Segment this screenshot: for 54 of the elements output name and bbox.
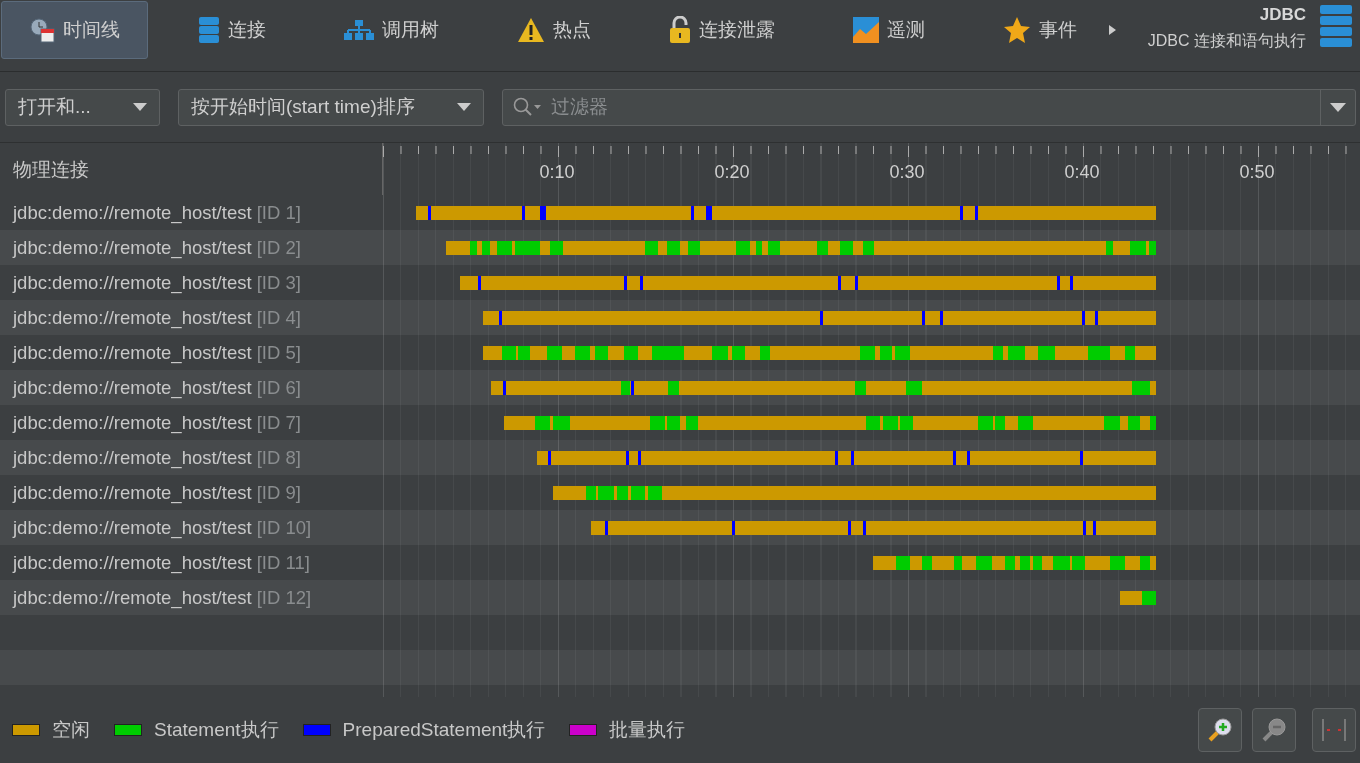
axis-label: 0:40 — [1064, 162, 1100, 183]
column-title: 物理连接 — [12, 158, 90, 182]
zoom-in-button[interactable] — [1198, 708, 1242, 752]
filter-field[interactable]: 过滤器 — [549, 95, 1320, 119]
zoom-out-icon — [1260, 716, 1288, 744]
caret-down-icon — [457, 103, 471, 111]
connection-label: jdbc:demo://remote_host/test [ID 9] — [11, 481, 302, 506]
connection-label: jdbc:demo://remote_host/test [ID 2] — [11, 236, 302, 261]
connection-label: jdbc:demo://remote_host/test [ID 1] — [11, 201, 302, 226]
axis-label: 0:10 — [539, 162, 575, 183]
legend-label: PreparedStatement执行 — [342, 718, 546, 742]
axis-label: 0:50 — [1239, 162, 1275, 183]
connection-label: jdbc:demo://remote_host/test [ID 7] — [11, 411, 302, 436]
view-tab[interactable]: 连接泄露 — [641, 1, 803, 59]
database-icon — [198, 16, 220, 44]
legend-label: 空闲 — [52, 718, 90, 742]
legend-label: 批量执行 — [609, 718, 686, 742]
padlock-icon — [669, 16, 691, 44]
view-tab[interactable]: 事件 — [975, 1, 1105, 59]
connection-label: jdbc:demo://remote_host/test [ID 12] — [11, 586, 313, 611]
zoom-out-button[interactable] — [1252, 708, 1296, 752]
caret-right-icon[interactable] — [1109, 25, 1116, 35]
sort-dropdown[interactable]: 按开始时间(start time)排序 — [178, 88, 484, 126]
caret-down-icon — [133, 103, 147, 111]
section-subtitle: JDBC 连接和语句执行 — [1147, 31, 1306, 51]
view-tab[interactable]: 连接 — [170, 1, 294, 59]
connection-timeline-bar — [1120, 590, 1156, 605]
connection-label: jdbc:demo://remote_host/test [ID 10] — [11, 516, 313, 541]
zoom-in-icon — [1206, 716, 1234, 744]
fit-width-icon — [1321, 717, 1347, 743]
chart-icon — [853, 17, 879, 43]
axis-label: 0:20 — [714, 162, 750, 183]
caret-down-icon[interactable] — [1330, 102, 1346, 112]
search-icon — [513, 97, 543, 117]
tree-icon — [344, 19, 374, 41]
view-tab[interactable]: 时间线 — [1, 1, 148, 59]
view-tab[interactable]: 热点 — [489, 1, 619, 59]
star-icon — [1003, 16, 1031, 44]
connection-label: jdbc:demo://remote_host/test [ID 6] — [11, 376, 302, 401]
connection-label: jdbc:demo://remote_host/test [ID 3] — [11, 271, 302, 296]
section-title: JDBC — [1259, 5, 1306, 25]
view-tab[interactable]: 遥测 — [825, 1, 953, 59]
legend-label: Statement执行 — [154, 718, 279, 742]
warning-icon — [517, 17, 545, 43]
database-icon — [1320, 5, 1352, 47]
filter-box[interactable]: 过滤器 — [502, 88, 1356, 126]
connection-label: jdbc:demo://remote_host/test [ID 5] — [11, 341, 302, 366]
view-tab[interactable]: 调用树 — [316, 1, 467, 59]
axis-label: 0:30 — [889, 162, 925, 183]
connection-label: jdbc:demo://remote_host/test [ID 8] — [11, 446, 302, 471]
connection-label: jdbc:demo://remote_host/test [ID 4] — [11, 306, 302, 331]
view-dropdown[interactable]: 打开和... — [5, 88, 160, 126]
calendar-clock-icon — [29, 17, 55, 43]
connection-label: jdbc:demo://remote_host/test [ID 11] — [11, 551, 311, 576]
